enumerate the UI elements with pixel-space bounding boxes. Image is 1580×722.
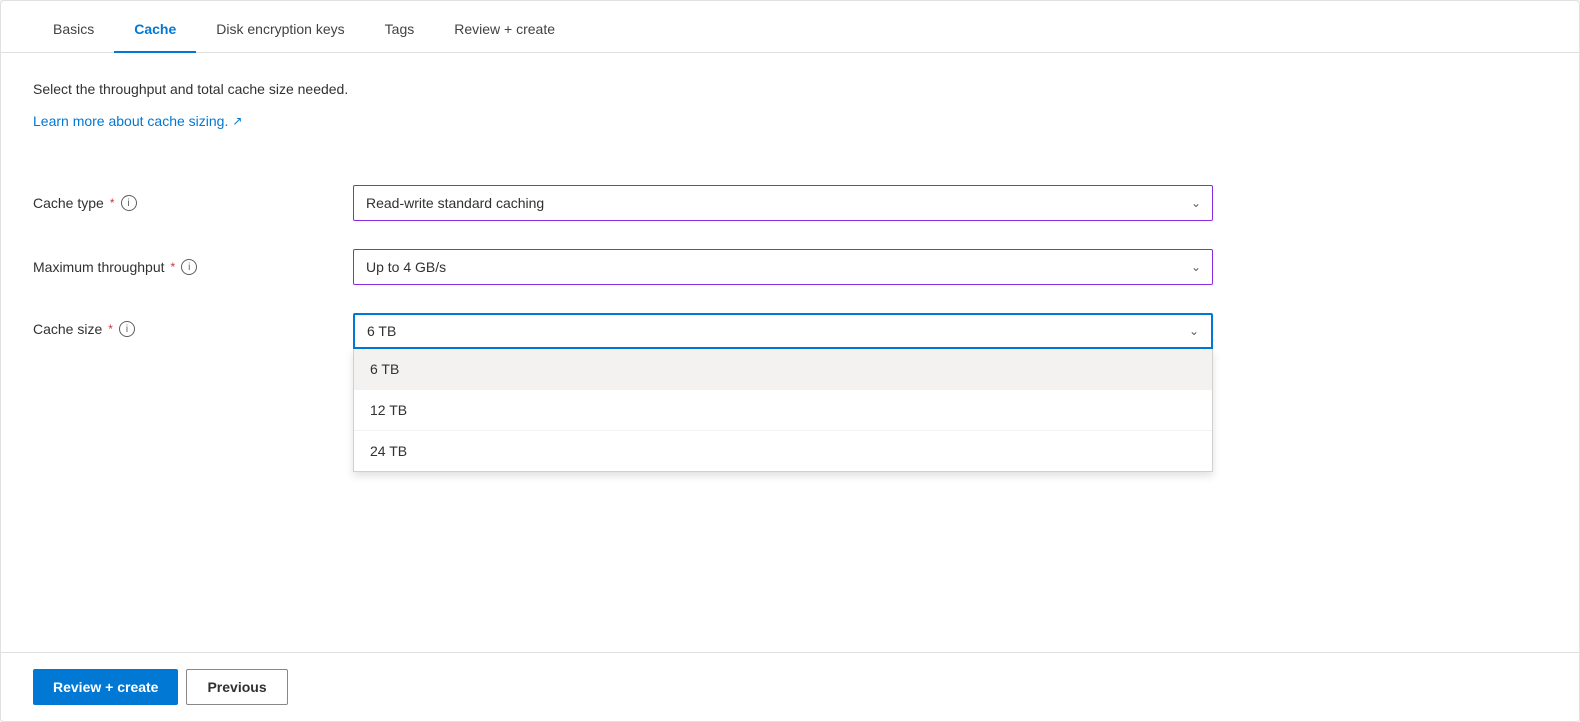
max-throughput-value: Up to 4 GB/s [366, 259, 446, 275]
cache-type-info-icon[interactable]: i [121, 195, 137, 211]
tab-review-create[interactable]: Review + create [434, 7, 575, 53]
main-content: Select the throughput and total cache si… [1, 53, 1579, 652]
max-throughput-label-text: Maximum throughput [33, 259, 165, 275]
form-fields: Cache type * i Read-write standard cachi… [33, 185, 1547, 349]
form-row-max-throughput: Maximum throughput * i Up to 4 GB/s ⌄ [33, 249, 1547, 285]
cache-size-option-6tb[interactable]: 6 TB [354, 349, 1212, 390]
learn-more-text: Learn more about cache sizing. [33, 113, 228, 129]
cache-size-label-text: Cache size [33, 321, 102, 337]
cache-type-wrapper: Read-write standard caching ⌄ [353, 185, 1213, 221]
cache-size-select[interactable]: 6 TB ⌄ [353, 313, 1213, 349]
cache-size-option-24tb[interactable]: 24 TB [354, 431, 1212, 471]
max-throughput-required: * [171, 260, 176, 274]
cache-type-label-text: Cache type [33, 195, 104, 211]
page-container: Basics Cache Disk encryption keys Tags R… [0, 0, 1580, 722]
cache-type-select[interactable]: Read-write standard caching [353, 185, 1213, 221]
cache-type-required: * [110, 196, 115, 210]
cache-type-value: Read-write standard caching [366, 195, 544, 211]
form-row-cache-type: Cache type * i Read-write standard cachi… [33, 185, 1547, 221]
max-throughput-label: Maximum throughput * i [33, 259, 353, 275]
max-throughput-wrapper: Up to 4 GB/s ⌄ [353, 249, 1213, 285]
description-text: Select the throughput and total cache si… [33, 81, 1547, 97]
review-create-button[interactable]: Review + create [33, 669, 178, 705]
external-link-icon: ↗ [232, 114, 242, 128]
max-throughput-info-icon[interactable]: i [181, 259, 197, 275]
cache-size-required: * [108, 322, 113, 336]
cache-size-wrapper: 6 TB ⌄ 6 TB 12 TB 24 TB [353, 313, 1213, 349]
cache-size-arrow-icon: ⌄ [1189, 324, 1199, 338]
cache-size-info-icon[interactable]: i [119, 321, 135, 337]
cache-size-value: 6 TB [367, 323, 396, 339]
cache-size-dropdown-list: 6 TB 12 TB 24 TB [353, 349, 1213, 472]
form-row-cache-size: Cache size * i 6 TB ⌄ 6 TB 12 TB 24 TB [33, 313, 1547, 349]
bottom-bar: Review + create Previous [1, 652, 1579, 721]
max-throughput-select[interactable]: Up to 4 GB/s [353, 249, 1213, 285]
tab-cache[interactable]: Cache [114, 7, 196, 53]
tab-disk-encryption[interactable]: Disk encryption keys [196, 7, 364, 53]
tab-navigation: Basics Cache Disk encryption keys Tags R… [1, 1, 1579, 53]
previous-button[interactable]: Previous [186, 669, 287, 705]
cache-size-label: Cache size * i [33, 321, 353, 337]
cache-size-option-12tb[interactable]: 12 TB [354, 390, 1212, 431]
cache-type-label: Cache type * i [33, 195, 353, 211]
tab-basics[interactable]: Basics [33, 7, 114, 53]
learn-more-link[interactable]: Learn more about cache sizing. ↗ [33, 113, 242, 129]
tab-tags[interactable]: Tags [365, 7, 435, 53]
